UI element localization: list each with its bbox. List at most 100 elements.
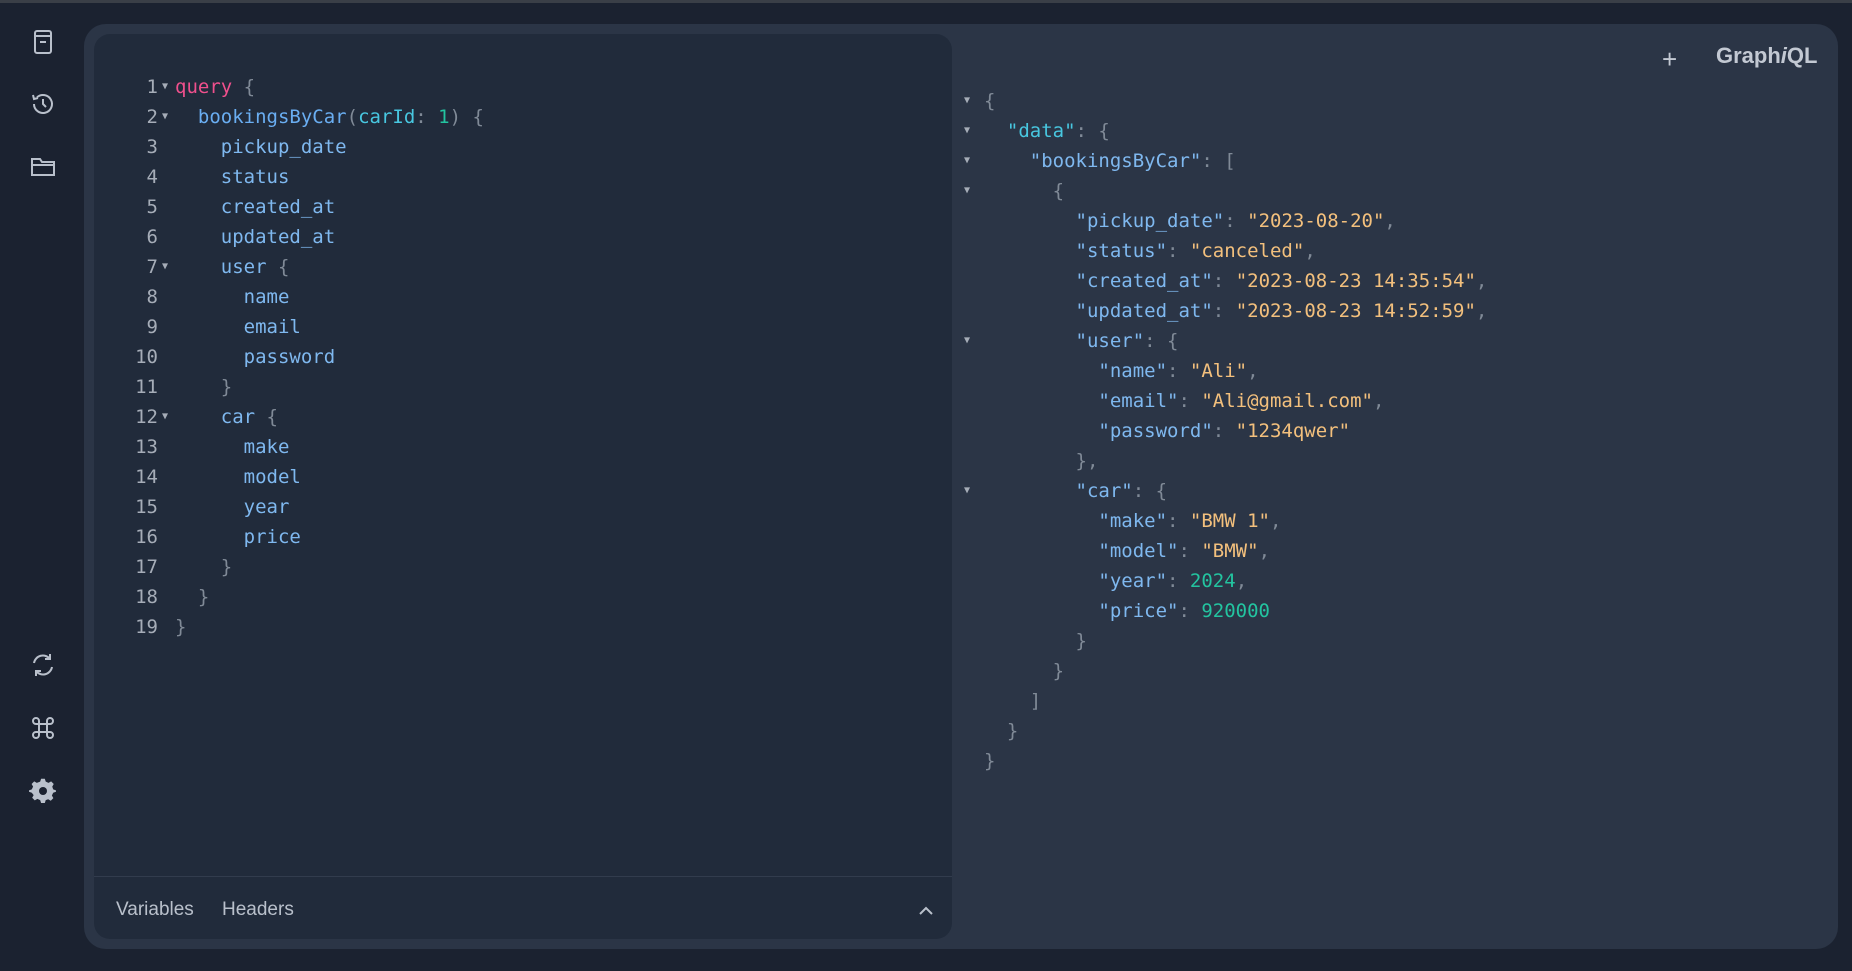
code-line: 19} [94,612,854,642]
query-code[interactable]: 1 ▼ query { 2 ▼ bookingsByCar(carId: 1) { 3… [94,72,854,642]
code-line: 1 ▼ query { [94,72,854,102]
result-viewer[interactable]: ▼{ ▼ "data": { ▼ "bookingsByCar": [ ▼ { … [964,86,1824,776]
line-number: 19 [135,616,158,638]
fold-arrow-icon[interactable]: ▼ [162,72,174,102]
json-value: "Ali@gmail.com" [1201,390,1373,412]
json-value: 920000 [1201,600,1270,622]
tab-variables[interactable]: Variables [116,899,194,921]
field-name: password [243,346,336,368]
line-number: 13 [135,436,158,458]
field-name: status [220,166,290,188]
fold-arrow-icon[interactable]: ▼ [964,176,976,206]
code-line: 14 model [94,462,854,492]
json-key: "pickup_date" [1075,210,1225,232]
field-name: created_at [220,196,336,218]
result-line: "name": "Ali", [1098,360,1259,382]
json-key: "bookingsByCar" [1029,150,1202,172]
code-line: 17 } [94,552,854,582]
json-value: "1234qwer" [1235,420,1351,442]
line-number: 4 [146,166,158,188]
main-panel: 1 ▼ query { 2 ▼ bookingsByCar(carId: 1) { 3… [84,24,1838,949]
sidebar [0,3,84,971]
fold-arrow-icon[interactable]: ▼ [964,116,976,146]
fold-arrow-icon[interactable]: ▼ [162,102,174,132]
code-line: 4 status [94,162,854,192]
json-key: "name" [1098,360,1168,382]
result-line: "price": 920000 [1098,600,1270,622]
docs-icon[interactable] [26,25,60,59]
code-line: 16 price [94,522,854,552]
result-line: "email": "Ali@gmail.com", [1098,390,1385,412]
result-line: ▼ "bookingsByCar": [ [964,146,1824,176]
field-name: email [243,316,301,338]
fold-arrow-icon[interactable]: ▼ [964,476,976,506]
brace: } [220,376,233,398]
history-icon[interactable] [26,87,60,121]
shortcuts-icon[interactable] [26,711,60,745]
json-key: "email" [1098,390,1179,412]
field-name: bookingsByCar [197,106,347,128]
code-line: 10 password [94,342,854,372]
field-name: model [243,466,301,488]
result-line: "updated_at": "2023-08-23 14:52:59", [1075,300,1488,322]
query-editor[interactable]: 1 ▼ query { 2 ▼ bookingsByCar(carId: 1) { 3… [94,34,952,939]
line-number: 16 [135,526,158,548]
result-line: ▼ "user": { [964,326,1824,356]
code-line: 5 created_at [94,192,854,222]
line-number: 12 [135,406,158,428]
fold-arrow-icon[interactable]: ▼ [964,326,976,356]
line-number: 3 [146,136,158,158]
result-line: ] [984,690,1042,712]
code-line: 13 make [94,432,854,462]
brace: { [255,406,278,428]
json-key: "price" [1098,600,1179,622]
line-number: 8 [146,286,158,308]
line-number: 10 [135,346,158,368]
result-line: } [984,720,1019,742]
line-number: 15 [135,496,158,518]
fold-arrow-icon[interactable]: ▼ [964,86,976,116]
json-value: "BMW 1" [1189,510,1270,532]
result-line: ▼{ [964,86,1824,116]
result-line: "password": "1234qwer" [1098,420,1351,442]
line-number: 7 [146,256,158,278]
json-key: "user" [1075,330,1145,352]
field-name: year [243,496,290,518]
code-line: 7 ▼ user { [94,252,854,282]
json-key: "created_at" [1075,270,1213,292]
field-name: user [220,256,267,278]
json-value: "2023-08-23 14:52:59" [1235,300,1476,322]
json-key: "model" [1098,540,1179,562]
brace: { [266,256,290,278]
json-value: "2023-08-23 14:35:54" [1235,270,1476,292]
code-line: 15 year [94,492,854,522]
chevron-up-icon[interactable] [916,901,936,921]
line-number: 14 [135,466,158,488]
code-line: 12 ▼ car { [94,402,854,432]
fold-arrow-icon[interactable]: ▼ [162,402,174,432]
json-value: 2024 [1189,570,1236,592]
code-line: 8 name [94,282,854,312]
query-keyword: query [175,76,233,98]
field-name: make [243,436,290,458]
fold-arrow-icon[interactable]: ▼ [162,252,174,282]
tab-headers[interactable]: Headers [222,899,294,921]
result-line: ▼ "data": { [964,116,1824,146]
result-line: "make": "BMW 1", [1098,510,1282,532]
result-line: } [984,630,1087,652]
add-tab-button[interactable]: + [1662,44,1677,74]
result-line: ▼ { [964,176,1824,206]
refetch-schema-icon[interactable] [26,648,60,682]
settings-icon[interactable] [26,774,60,808]
result-line: } [984,660,1065,682]
json-value: "Ali" [1189,360,1248,382]
result-line: "model": "BMW", [1098,540,1271,562]
brace: } [220,556,233,578]
fold-arrow-icon[interactable]: ▼ [964,146,976,176]
json-key: "year" [1098,570,1168,592]
line-number: 11 [135,376,158,398]
argument-value: 1 [438,106,450,128]
json-value: "BMW" [1201,540,1259,562]
explorer-icon[interactable] [26,149,60,183]
result-line: "year": 2024, [1098,570,1248,592]
